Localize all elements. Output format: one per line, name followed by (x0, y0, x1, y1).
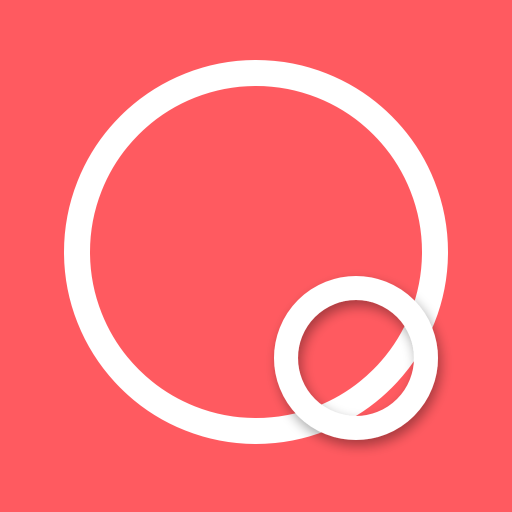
logo-svg (0, 0, 512, 512)
app-icon (0, 0, 512, 512)
